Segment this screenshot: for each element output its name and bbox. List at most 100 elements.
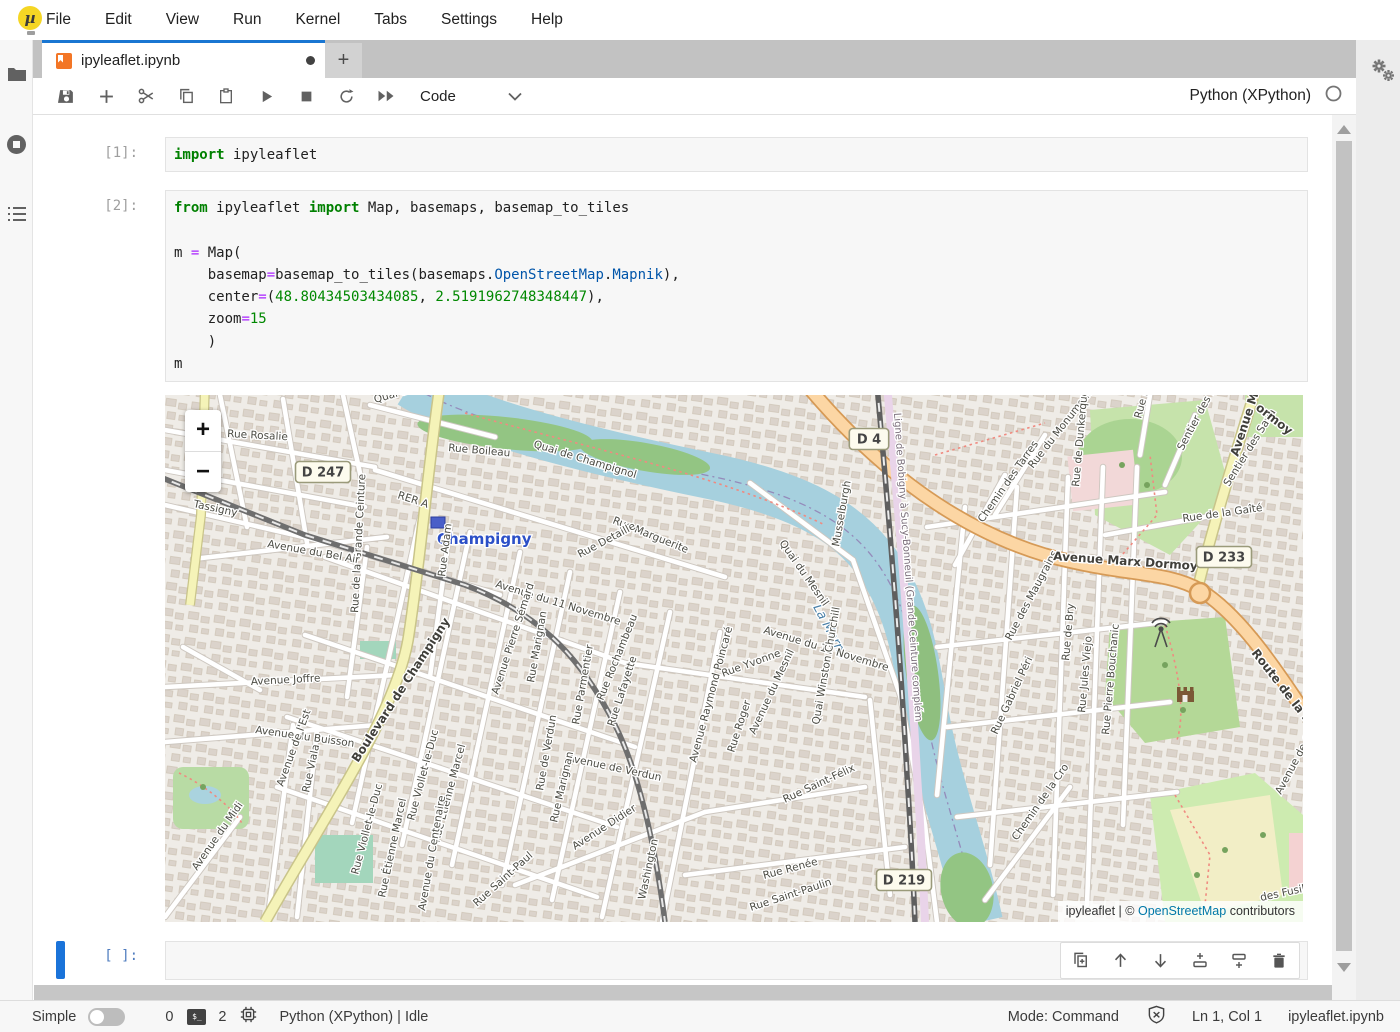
road-ref-badge: D 247	[296, 462, 351, 483]
leaflet-map-output[interactable]: ChampignyLa MarneLigne de Bobigny à Sucy…	[165, 395, 1303, 922]
road-ref-badge: D 233	[1197, 547, 1252, 568]
code-token: Mapnik	[612, 267, 663, 283]
running-kernels-icon[interactable]	[0, 124, 33, 164]
map-zoom-control: + −	[185, 410, 221, 492]
scroll-up-arrow-icon[interactable]	[1337, 125, 1351, 134]
menu-items: File Edit View Run Kernel Tabs Settings …	[0, 0, 580, 40]
scroll-down-arrow-icon[interactable]	[1337, 963, 1351, 972]
code-token: import	[309, 200, 360, 216]
paste-cells-button[interactable]	[206, 81, 246, 111]
unsaved-dot-icon[interactable]	[306, 56, 315, 65]
restart-run-all-button[interactable]	[366, 81, 406, 111]
zoom-in-button[interactable]: +	[185, 410, 221, 452]
code-token: Map(	[199, 245, 241, 261]
svg-text:D 4: D 4	[857, 433, 881, 448]
file-browser-icon[interactable]	[0, 54, 33, 94]
svg-text:D 219: D 219	[883, 874, 925, 889]
map-attribution: ipyleaflet | © OpenStreetMap contributor…	[1058, 901, 1303, 922]
menu-view[interactable]: View	[149, 0, 216, 40]
save-button[interactable]	[46, 81, 86, 111]
menu-tabs[interactable]: Tabs	[357, 0, 424, 40]
code-token: ,	[418, 289, 435, 305]
trust-shield-icon[interactable]	[1147, 1005, 1166, 1028]
tab-title: ipyleaflet.ipynb	[81, 52, 306, 69]
code-token: OpenStreetMap	[494, 267, 604, 283]
simple-mode-toggle[interactable]	[88, 1008, 125, 1026]
app-logo-lightbulb-icon[interactable]: µ	[18, 6, 44, 36]
menu-kernel[interactable]: Kernel	[278, 0, 357, 40]
road-ref-badge: D 4	[849, 429, 888, 450]
menu-edit[interactable]: Edit	[88, 0, 149, 40]
code-token: )	[174, 334, 216, 350]
terminals-count[interactable]: 0	[165, 1009, 173, 1025]
kernel-zone: Python (XPython)	[1190, 85, 1356, 107]
kernel-chip-icon	[240, 1006, 257, 1027]
cell-2-input[interactable]: from ipyleaflet import Map, basemaps, ba…	[165, 190, 1308, 382]
code-token: basemap	[174, 267, 267, 283]
insert-cell-below-button[interactable]	[1222, 946, 1256, 976]
notebook-panel: [1]: import ipyleaflet [2]: from ipyleaf…	[34, 115, 1332, 985]
code-token: m	[174, 245, 191, 261]
insert-cell-button[interactable]	[86, 81, 126, 111]
delete-cell-button[interactable]	[1262, 946, 1296, 976]
code-token: 48.80434503434085	[275, 289, 418, 305]
vertical-scrollbar[interactable]	[1332, 115, 1356, 1000]
code-token: =	[241, 311, 249, 327]
kernel-status-text: Python (XPython) | Idle	[279, 1009, 428, 1025]
right-panel	[1356, 40, 1400, 1000]
code-token: (	[267, 289, 275, 305]
cell-type-value: Code	[420, 88, 456, 105]
tab-bar: ipyleaflet.ipynb +	[33, 40, 1356, 78]
svg-text:D 247: D 247	[302, 466, 344, 481]
kernel-status-indicator-icon[interactable]	[1325, 85, 1342, 107]
cell-toolbar	[1060, 942, 1300, 979]
code-token: import	[174, 147, 225, 163]
settings-gears-icon[interactable]	[1370, 58, 1396, 89]
road-ref-badge: D 219	[877, 870, 932, 891]
cursor-position[interactable]: Ln 1, Col 1	[1192, 1009, 1262, 1025]
cell-2-prompt: [2]:	[34, 198, 165, 214]
cell-1-input[interactable]: import ipyleaflet	[165, 137, 1308, 172]
horizontal-scrollbar[interactable]	[34, 985, 1332, 1000]
code-token: ipyleaflet	[208, 200, 309, 216]
copy-cells-button[interactable]	[166, 81, 206, 111]
notebook-file-icon	[56, 53, 72, 69]
simple-mode-label: Simple	[32, 1009, 76, 1025]
table-of-contents-icon[interactable]	[0, 194, 33, 234]
insert-cell-above-button[interactable]	[1183, 946, 1217, 976]
new-tab-button[interactable]: +	[325, 43, 362, 78]
menu-file[interactable]: File	[46, 0, 88, 40]
menu-bar: µ File Edit View Run Kernel Tabs Setting…	[0, 0, 1400, 40]
menu-help[interactable]: Help	[514, 0, 580, 40]
menu-run[interactable]: Run	[216, 0, 278, 40]
code-token: basemap_to_tiles(basemaps.	[275, 267, 494, 283]
code-token: 15	[250, 311, 267, 327]
scrollbar-thumb[interactable]	[1336, 141, 1352, 951]
move-cell-up-button[interactable]	[1103, 946, 1137, 976]
cut-cells-button[interactable]	[126, 81, 166, 111]
duplicate-cell-button[interactable]	[1064, 946, 1098, 976]
run-cell-button[interactable]	[246, 81, 286, 111]
code-token: zoom	[174, 311, 241, 327]
code-token: 2.5191962748348447	[435, 289, 587, 305]
openstreetmap-link[interactable]: OpenStreetMap	[1138, 904, 1226, 918]
code-token: Map, basemaps, basemap_to_tiles	[359, 200, 629, 216]
code-token: center	[174, 289, 258, 305]
left-activity-bar	[0, 40, 33, 1000]
cell-type-dropdown[interactable]: Code	[420, 88, 522, 105]
code-token: ),	[663, 267, 680, 283]
code-token: =	[258, 289, 266, 305]
chevron-down-icon	[508, 88, 522, 105]
kernels-count[interactable]: 2	[218, 1009, 226, 1025]
move-cell-down-button[interactable]	[1143, 946, 1177, 976]
kernel-name[interactable]: Python (XPython)	[1190, 87, 1311, 105]
cell-1-prompt: [1]:	[34, 145, 165, 161]
tab-ipyleaflet[interactable]: ipyleaflet.ipynb	[42, 40, 325, 78]
menu-settings[interactable]: Settings	[424, 0, 514, 40]
stop-kernel-button[interactable]	[286, 81, 326, 111]
code-token: from	[174, 200, 208, 216]
zoom-out-button[interactable]: −	[185, 452, 221, 493]
code-token: m	[174, 356, 182, 372]
command-mode-indicator[interactable]: Mode: Command	[1008, 1009, 1119, 1025]
restart-kernel-button[interactable]	[326, 81, 366, 111]
